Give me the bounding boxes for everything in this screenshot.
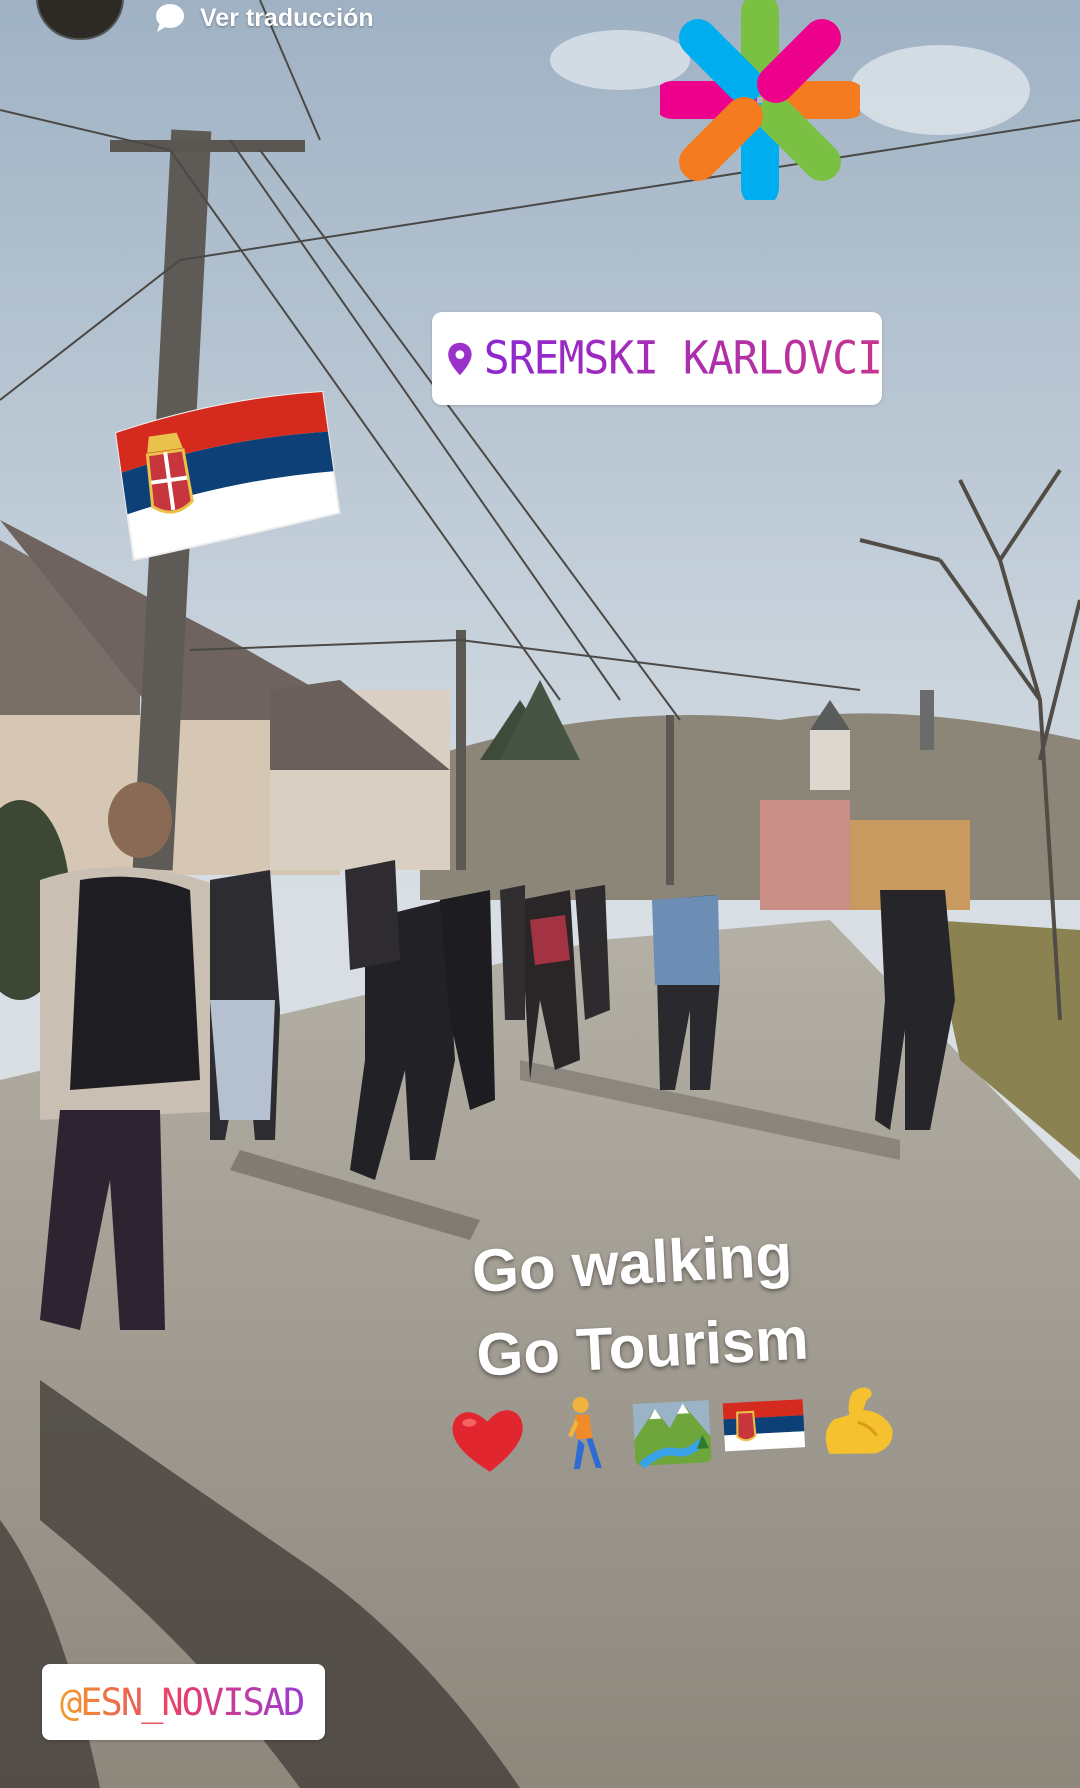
avatar[interactable] xyxy=(36,0,124,40)
location-pin-icon xyxy=(448,342,472,375)
mention-sticker[interactable]: @ESN_NOVISAD xyxy=(42,1664,325,1740)
location-name: SREMSKI KARLOVCI xyxy=(483,332,883,385)
heart-emoji xyxy=(452,1410,523,1472)
mention-handle: @ESN_NOVISAD xyxy=(60,1680,305,1724)
translate-label: Ver traducción xyxy=(200,3,374,32)
serbia-flag-emoji xyxy=(722,1399,806,1452)
story-header: Ver traducción xyxy=(0,0,1080,44)
serbia-flag-sticker xyxy=(114,390,341,562)
location-sticker[interactable]: SREMSKI KARLOVCI xyxy=(432,312,883,405)
mountain-river-emoji xyxy=(632,1400,712,1469)
translate-button[interactable]: Ver traducción xyxy=(154,2,374,34)
esn-star-logo xyxy=(660,0,860,200)
story-photo-background xyxy=(0,0,1080,1788)
walking-person-emoji xyxy=(568,1396,602,1470)
flexed-biceps-emoji xyxy=(825,1387,893,1454)
story-caption: Go walking Go Tourism xyxy=(470,1213,811,1398)
speech-bubble-icon xyxy=(156,4,184,32)
